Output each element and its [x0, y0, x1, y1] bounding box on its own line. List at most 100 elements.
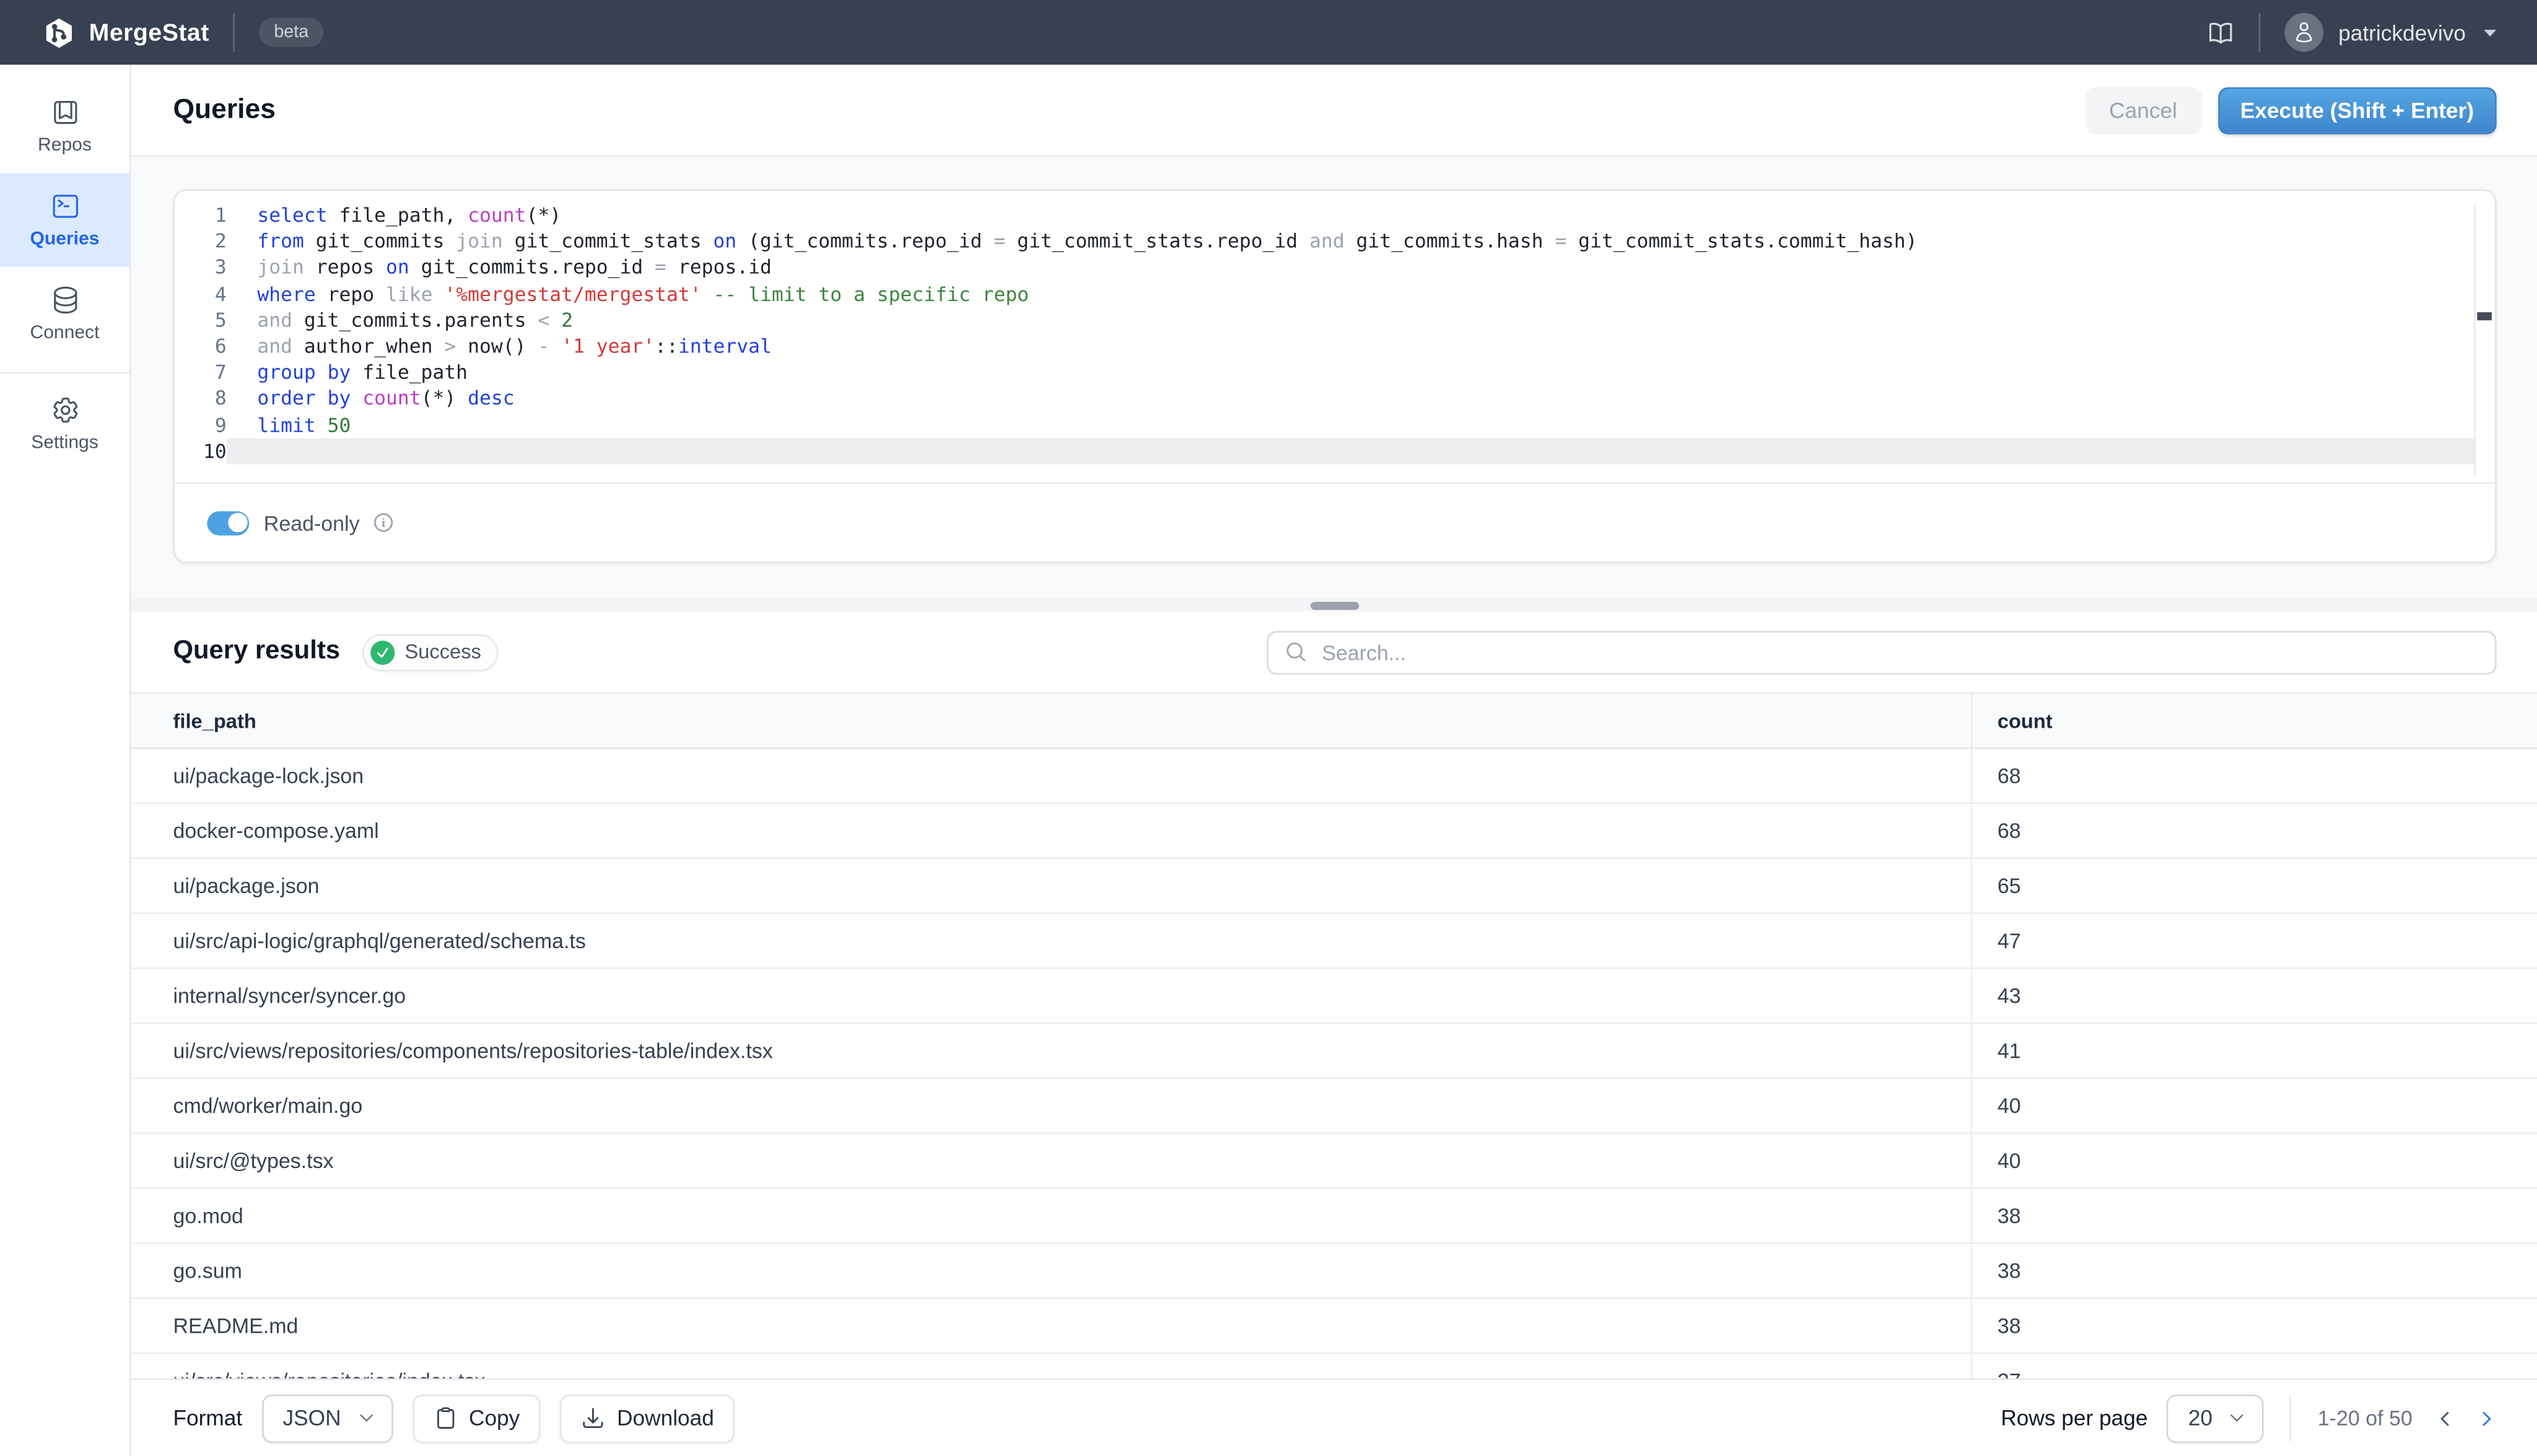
format-select-value: JSON — [283, 1406, 341, 1430]
table-row: ui/src/views/repositories/index.tsx37 — [131, 1353, 2537, 1378]
download-icon — [582, 1406, 606, 1430]
table-row: go.mod38 — [131, 1188, 2537, 1244]
column-header-count: count — [1971, 693, 2537, 748]
code-line-content: select file_path, count(*) — [227, 203, 2476, 229]
cell-file-path: ui/package.json — [131, 858, 1971, 913]
line-number: 5 — [175, 307, 227, 333]
code-line[interactable]: 1select file_path, count(*) — [175, 203, 2495, 229]
download-button-label: Download — [617, 1406, 714, 1430]
sidebar-item-repos[interactable]: Repos — [0, 79, 129, 173]
code-line[interactable]: 8order by count(*) desc — [175, 386, 2495, 412]
cell-count: 37 — [1971, 1353, 2537, 1378]
table-row: cmd/worker/main.go40 — [131, 1078, 2537, 1133]
cell-file-path: ui/src/views/repositories/index.tsx — [131, 1353, 1971, 1378]
chevron-left-icon — [2435, 1408, 2454, 1428]
code-lines: 1select file_path, count(*)2from git_com… — [175, 203, 2495, 464]
code-line[interactable]: 6and author_when > now() - '1 year'::int… — [175, 333, 2495, 359]
sidebar: Repos Queries Connect Setting — [0, 64, 131, 1456]
rows-per-page-label: Rows per page — [2001, 1406, 2147, 1430]
results-table-body: ui/package-lock.json68docker-compose.yam… — [131, 748, 2537, 1378]
docs-book-icon[interactable] — [2207, 19, 2235, 46]
cell-file-path: ui/src/api-logic/graphql/generated/schem… — [131, 913, 1971, 969]
navbar-divider — [2259, 13, 2261, 52]
beta-badge: beta — [260, 18, 323, 47]
sql-editor-card: 1select file_path, count(*)2from git_com… — [173, 190, 2497, 563]
resize-drag-handle[interactable] — [1310, 601, 1358, 609]
page-title: Queries — [173, 94, 276, 126]
previous-page-button[interactable] — [2435, 1408, 2454, 1428]
pagination-range: 1-20 of 50 — [2318, 1406, 2413, 1430]
search-icon — [1285, 640, 1308, 663]
line-number: 2 — [175, 229, 227, 255]
user-menu[interactable]: patrickdevivo — [2285, 13, 2498, 52]
rows-per-page-select[interactable]: 20 — [2167, 1393, 2264, 1442]
execute-button[interactable]: Execute (Shift + Enter) — [2217, 87, 2496, 134]
cell-count: 68 — [1971, 748, 2537, 803]
line-number: 4 — [175, 281, 227, 307]
chevron-down-icon — [2229, 1409, 2247, 1427]
cell-file-path: ui/src/@types.tsx — [131, 1133, 1971, 1188]
app: MergeStat beta patrickdevivo — [0, 0, 2537, 1456]
main-area: Queries Cancel Execute (Shift + Enter) 1… — [131, 64, 2537, 1456]
status-badge: Success — [363, 634, 499, 671]
cell-file-path: ui/package-lock.json — [131, 748, 1971, 803]
code-line-content: where repo like '%mergestat/mergestat' -… — [227, 281, 2476, 307]
download-button[interactable]: Download — [561, 1393, 735, 1442]
sql-editor[interactable]: 1select file_path, count(*)2from git_com… — [175, 191, 2495, 482]
table-header-row: file_path count — [131, 693, 2537, 748]
next-page-button[interactable] — [2477, 1408, 2496, 1428]
gear-icon — [50, 395, 81, 425]
cell-count: 65 — [1971, 858, 2537, 913]
line-number: 10 — [175, 438, 227, 464]
sidebar-item-label: Queries — [30, 230, 100, 249]
info-icon[interactable] — [373, 511, 396, 534]
sidebar-item-settings[interactable]: Settings — [0, 373, 129, 471]
code-line[interactable]: 4where repo like '%mergestat/mergestat' … — [175, 281, 2495, 307]
panel-gap — [131, 563, 2537, 598]
code-line[interactable]: 5and git_commits.parents < 2 — [175, 307, 2495, 333]
line-number: 3 — [175, 255, 227, 281]
format-select[interactable]: JSON — [262, 1393, 393, 1442]
cell-count: 40 — [1971, 1133, 2537, 1188]
page-header: Queries Cancel Execute (Shift + Enter) — [131, 64, 2537, 157]
code-line-content: group by file_path — [227, 359, 2476, 385]
code-line-content: and author_when > now() - '1 year'::inte… — [227, 333, 2476, 359]
cell-file-path: go.sum — [131, 1244, 1971, 1299]
cancel-button[interactable]: Cancel — [2085, 87, 2201, 134]
cell-count: 40 — [1971, 1078, 2537, 1133]
code-line-content: limit 50 — [227, 412, 2476, 438]
editor-scrollbar-thumb[interactable] — [2477, 312, 2492, 320]
footer-divider — [2290, 1395, 2292, 1441]
code-line[interactable]: 9limit 50 — [175, 412, 2495, 438]
table-row: README.md38 — [131, 1298, 2537, 1353]
code-line-content: and git_commits.parents < 2 — [227, 307, 2476, 333]
table-row: go.sum38 — [131, 1244, 2537, 1299]
sidebar-item-connect[interactable]: Connect — [0, 267, 129, 361]
code-line[interactable]: 7group by file_path — [175, 359, 2495, 385]
editor-scrollbar[interactable] — [2474, 203, 2495, 476]
code-line-content: join repos on git_commits.repo_id = repo… — [227, 255, 2476, 281]
chevron-down-icon — [357, 1409, 375, 1427]
mergestat-logo[interactable]: MergeStat — [42, 15, 209, 50]
results-header: Query results Success — [131, 611, 2537, 692]
copy-button[interactable]: Copy — [413, 1393, 541, 1442]
top-navbar: MergeStat beta patrickdevivo — [0, 0, 2537, 64]
cell-file-path: README.md — [131, 1298, 1971, 1353]
table-row: ui/package-lock.json68 — [131, 748, 2537, 803]
results-table-wrap: file_path count ui/package-lock.json68do… — [131, 692, 2537, 1379]
sidebar-item-label: Connect — [30, 323, 100, 342]
mergestat-logo-icon — [42, 15, 76, 50]
code-line[interactable]: 3join repos on git_commits.repo_id = rep… — [175, 255, 2495, 281]
sidebar-item-queries[interactable]: Queries — [0, 173, 129, 268]
code-line[interactable]: 10 — [175, 438, 2495, 464]
search-input[interactable] — [1319, 639, 2479, 666]
rows-per-page-value: 20 — [2188, 1406, 2212, 1430]
line-number: 7 — [175, 359, 227, 385]
read-only-toggle[interactable] — [207, 510, 249, 534]
line-number: 6 — [175, 333, 227, 359]
line-number: 9 — [175, 412, 227, 438]
results-footer: Format JSON Copy — [131, 1379, 2537, 1456]
cell-count: 38 — [1971, 1298, 2537, 1353]
chevron-right-icon — [2477, 1408, 2496, 1428]
code-line[interactable]: 2from git_commits join git_commit_stats … — [175, 229, 2495, 255]
